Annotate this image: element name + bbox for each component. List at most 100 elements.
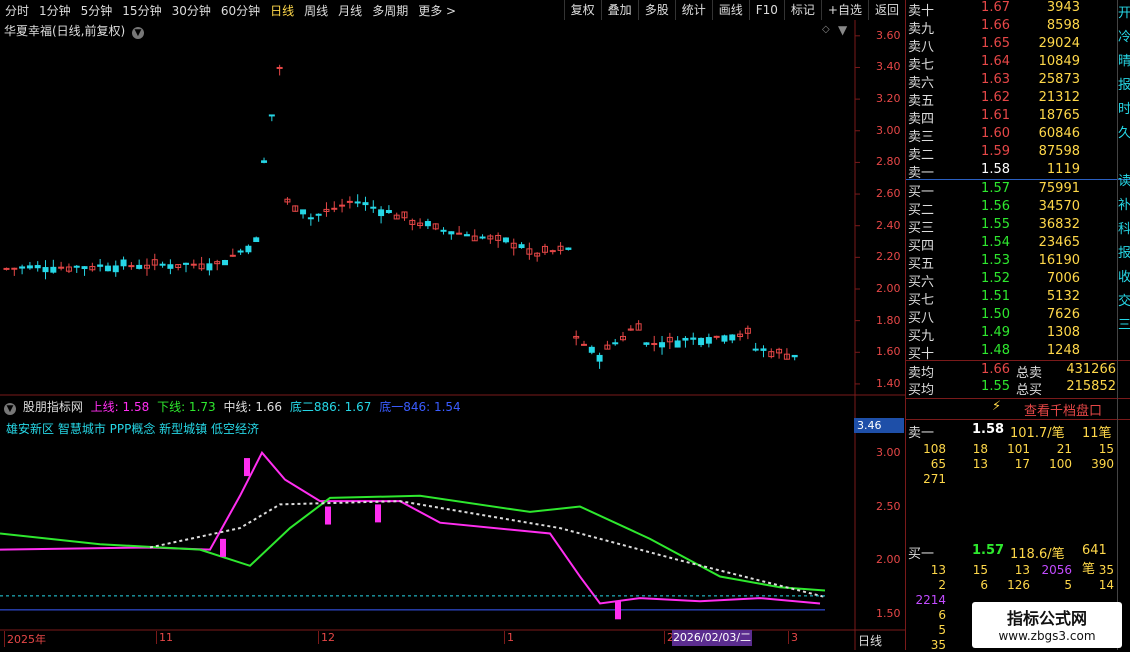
candle-body	[463, 234, 470, 237]
candle-body	[34, 265, 41, 269]
buy-row[interactable]: 买八 1.50 7626	[906, 307, 1118, 326]
news-stripe-char[interactable]: 晴	[1118, 50, 1130, 69]
sell-price: 1.61	[981, 108, 1010, 123]
indicator-header: ▼ 股朋指标网 上线: 1.58 下线: 1.73 中线: 1.66 底二886…	[4, 398, 461, 415]
candle-body	[674, 340, 681, 348]
tool-button-1[interactable]: 叠加	[600, 0, 638, 20]
buy-row[interactable]: 买四 1.54 23465	[906, 235, 1118, 254]
period-tab-1[interactable]: 1分钟	[34, 2, 76, 19]
buy-row[interactable]: 买一 1.57 75991	[906, 181, 1118, 200]
candle-body	[721, 335, 728, 342]
buy-row[interactable]: 买九 1.49 1308	[906, 325, 1118, 344]
candle-body	[339, 204, 346, 207]
sell-row[interactable]: 卖七 1.64 10849	[906, 54, 1118, 73]
period-tab-9[interactable]: 多周期	[367, 2, 413, 19]
tool-button-5[interactable]: F10	[748, 0, 784, 20]
news-stripe-char[interactable]: 久	[1118, 122, 1130, 141]
news-stripe-char[interactable]: 冷	[1118, 26, 1130, 45]
tool-button-7[interactable]: +自选	[820, 0, 868, 20]
candle-body	[713, 335, 720, 338]
indicator-value-flag: 3.46	[854, 418, 904, 433]
tool-button-4[interactable]: 画线	[711, 0, 749, 20]
period-tab-5[interactable]: 60分钟	[216, 2, 265, 19]
indicator-mid-line	[149, 500, 826, 598]
sell-row[interactable]: 卖一 1.58 1119	[906, 162, 1118, 181]
candle-body	[268, 114, 275, 117]
sell-price: 1.59	[981, 144, 1010, 159]
buy-volume: 36832	[1038, 217, 1080, 232]
buy-volume: 1308	[1046, 325, 1080, 340]
news-stripe-char[interactable]: 三	[1118, 314, 1130, 333]
lightning-icon: ⚡	[992, 399, 1002, 414]
period-tab-10[interactable]: 更多 >	[413, 2, 461, 19]
thousand-orderbook-button[interactable]: ⚡ 查看千档盘口	[906, 399, 1118, 419]
period-toolbar: 分时 1分钟 5分钟 15分钟 30分钟 60分钟 日线 周线 月线 多周期 更多 > 复权 叠加 多股统…	[0, 0, 905, 20]
period-tab-3[interactable]: 15分钟	[117, 2, 166, 19]
sell-row[interactable]: 卖三 1.60 60846	[906, 126, 1118, 145]
buy-level-label: 买三	[908, 221, 935, 236]
buy-row[interactable]: 买十 1.48 1248	[906, 343, 1118, 362]
news-stripe-char[interactable]: 时	[1118, 98, 1130, 117]
queue-order: 13	[930, 563, 946, 577]
sell-row[interactable]: 卖八 1.65 29024	[906, 36, 1118, 55]
candle-body	[698, 337, 705, 346]
chevron-down-icon[interactable]: ▼	[4, 403, 16, 415]
buy-price: 1.51	[981, 289, 1010, 304]
candle-body	[549, 250, 556, 253]
period-label[interactable]: 日线	[858, 632, 882, 649]
tool-button-2[interactable]: 多股	[637, 0, 675, 20]
queue-label: 买一	[908, 547, 935, 562]
candle-body	[440, 229, 447, 232]
news-stripe-char[interactable]: 收	[1118, 266, 1130, 285]
candle-body	[354, 201, 361, 204]
news-stripe-char[interactable]: 报	[1118, 74, 1130, 93]
period-tab-6[interactable]: 日线	[265, 2, 299, 19]
buy-row[interactable]: 买六 1.52 7006	[906, 271, 1118, 290]
panel-divider	[905, 0, 906, 650]
buy-level-label: 买一	[908, 185, 935, 200]
buy-row[interactable]: 买二 1.56 34570	[906, 199, 1118, 218]
news-stripe-char[interactable]: 读	[1118, 170, 1130, 189]
news-stripe-char[interactable]: 报	[1118, 242, 1130, 261]
tool-button-0[interactable]: 复权	[563, 0, 601, 20]
buy-level-label: 买二	[908, 203, 935, 218]
period-tab-8[interactable]: 月线	[333, 2, 367, 19]
tool-button-3[interactable]: 统计	[674, 0, 712, 20]
news-stripe-char[interactable]: 交	[1118, 290, 1130, 309]
news-stripe-char[interactable]: 开	[1118, 2, 1130, 21]
period-tab-2[interactable]: 5分钟	[76, 2, 118, 19]
queue-order: 21	[1056, 442, 1072, 456]
indicator-bottom1: 底一846: 1.54	[379, 400, 461, 414]
sell-row[interactable]: 卖十 1.67 3943	[906, 0, 1118, 19]
sell-row[interactable]: 卖五 1.62 21312	[906, 90, 1118, 109]
tool-button-8[interactable]: 返回	[867, 0, 905, 20]
period-tab-7[interactable]: 周线	[299, 2, 333, 19]
candle-body	[245, 245, 252, 253]
buy-volume: 16190	[1038, 253, 1080, 268]
news-stripe-char[interactable]: 补	[1118, 194, 1130, 213]
sell-avg-row: 卖均 1.66 总卖 431266	[906, 362, 1118, 381]
buy-row[interactable]: 买七 1.51 5132	[906, 289, 1118, 308]
period-tab-0[interactable]: 分时	[0, 2, 34, 19]
indicator-tick: 2.50	[876, 499, 901, 513]
buy-row[interactable]: 买五 1.53 16190	[906, 253, 1118, 272]
kline-chart[interactable]	[0, 20, 905, 650]
sell-price: 1.67	[981, 0, 1010, 15]
candle-body	[112, 265, 119, 273]
buy-row[interactable]: 买三 1.55 36832	[906, 217, 1118, 236]
sell-row[interactable]: 卖四 1.61 18765	[906, 108, 1118, 127]
queue-order: 5	[1064, 578, 1072, 592]
buy-level-label: 买九	[908, 329, 935, 344]
period-tab-4[interactable]: 30分钟	[167, 2, 216, 19]
buy-volume: 5132	[1046, 289, 1080, 304]
indicator-tick: 1.50	[876, 607, 901, 621]
sell-row[interactable]: 卖二 1.59 87598	[906, 144, 1118, 163]
sell-row[interactable]: 卖九 1.66 8598	[906, 18, 1118, 37]
candle-body	[276, 66, 283, 69]
candle-body	[50, 266, 57, 273]
news-stripe-char[interactable]: 科	[1118, 218, 1130, 237]
tool-button-6[interactable]: 标记	[783, 0, 821, 20]
candle-body	[362, 202, 369, 206]
sell-row[interactable]: 卖六 1.63 25873	[906, 72, 1118, 91]
queue-order: 5	[938, 623, 946, 637]
